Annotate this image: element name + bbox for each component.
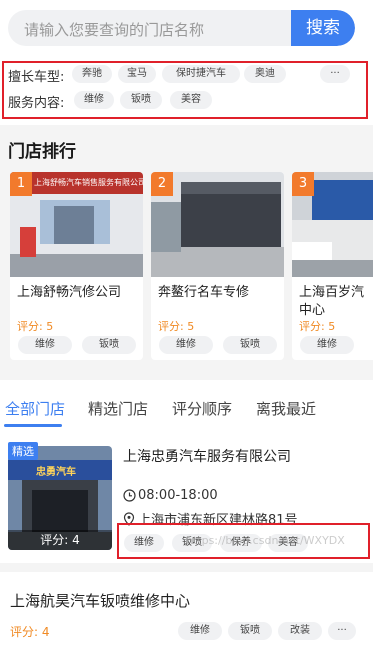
brand-chip-benz[interactable]: 奔驰 [72,65,112,83]
tag-repair: 维修 [178,622,222,640]
tag-modify: 改装 [278,622,322,640]
tag-paint: 钣喷 [82,336,136,354]
active-tab-indicator [4,424,62,427]
search-input[interactable]: 请输入您要查询的门店名称 [24,19,204,40]
store-score: 评分: 5 [299,320,336,333]
tag-paint: 钣喷 [223,336,277,354]
store-score: 评分: 4 [10,625,50,639]
search-bar[interactable]: 请输入您要查询的门店名称 搜索 [8,10,355,46]
store-tabs: 全部门店 精选门店 评分顺序 离我最近 [0,380,373,430]
store-hours: 08:00-18:00 [123,488,218,503]
ranking-card-1[interactable]: 上海舒畅汽车销售服务有限公司 1 上海舒畅汽修公司 评分: 5 维修 钣喷 [10,172,143,360]
store-sign-text: 上海舒畅汽车销售服务有限公司 [34,178,143,187]
store-photo: 忠勇汽车 评分: 4 [8,446,112,550]
featured-badge: 精选 [8,442,38,460]
filter-panel: 请输入您要查询的门店名称 搜索 擅长车型: 奔驰 宝马 保时捷汽车 奥迪 ···… [0,0,373,125]
brand-filter-label: 擅长车型: [8,70,65,85]
search-button[interactable]: 搜索 [291,10,355,46]
tab-nearest[interactable]: 离我最近 [256,398,316,419]
service-chip-beauty[interactable]: 美容 [170,91,212,109]
brand-more-button[interactable]: ··· [320,65,350,83]
brand-chip-bmw[interactable]: 宝马 [118,65,156,83]
brand-chip-porsche[interactable]: 保时捷汽车 [162,65,240,83]
store-score: 评分: 4 [8,530,112,550]
store-score: 评分: 5 [158,320,195,333]
clock-icon [123,489,136,502]
more-tags-button[interactable]: ··· [328,622,356,640]
tab-featured[interactable]: 精选门店 [88,398,148,419]
ranking-card-2[interactable]: 2 奔鳌行名车专修 评分: 5 维修 钣喷 [151,172,284,360]
tag-repair: 维修 [18,336,72,354]
tag-repair: 维修 [300,336,354,354]
rank-badge: 1 [10,172,32,196]
service-chip-repair[interactable]: 维修 [74,91,114,109]
tag-repair: 维修 [124,534,164,552]
rank-badge: 2 [151,172,173,196]
store-hours-text: 08:00-18:00 [138,488,218,503]
service-chip-paint[interactable]: 钣喷 [120,91,162,109]
store-name: 奔鳌行名车专修 [158,285,250,300]
tab-all-stores[interactable]: 全部门店 [5,398,65,419]
brand-chip-audi[interactable]: 奥迪 [244,65,286,83]
tag-paint: 钣喷 [228,622,272,640]
rank-badge: 3 [292,172,314,196]
watermark-text: https://blog.csdn.net/WXYDX [186,534,345,547]
ranking-title: 门店排行 [8,142,76,162]
ranking-card-3[interactable]: 3 上海百岁汽 中心 评分: 5 维修 [292,172,373,360]
store-score: 评分: 5 [17,320,54,333]
store-name: 上海航昊汽车钣喷维修中心 [10,592,191,610]
service-filter-label: 服务内容: [8,96,65,111]
store-name: 上海忠勇汽车服务有限公司 [123,449,291,465]
store-sign-text: 忠勇汽车 [36,467,76,478]
store-list-item[interactable]: 忠勇汽车 评分: 4 精选 上海忠勇汽车服务有限公司 08:00-18:00 上… [0,430,373,563]
tab-score-order[interactable]: 评分顺序 [172,398,232,419]
store-name: 上海舒畅汽修公司 [17,285,122,300]
store-list-item[interactable]: 上海航昊汽车钣喷维修中心 评分: 4 维修 钣喷 改装 ··· [0,572,373,654]
store-name-line1: 上海百岁汽 [299,285,365,300]
tag-repair: 维修 [159,336,213,354]
